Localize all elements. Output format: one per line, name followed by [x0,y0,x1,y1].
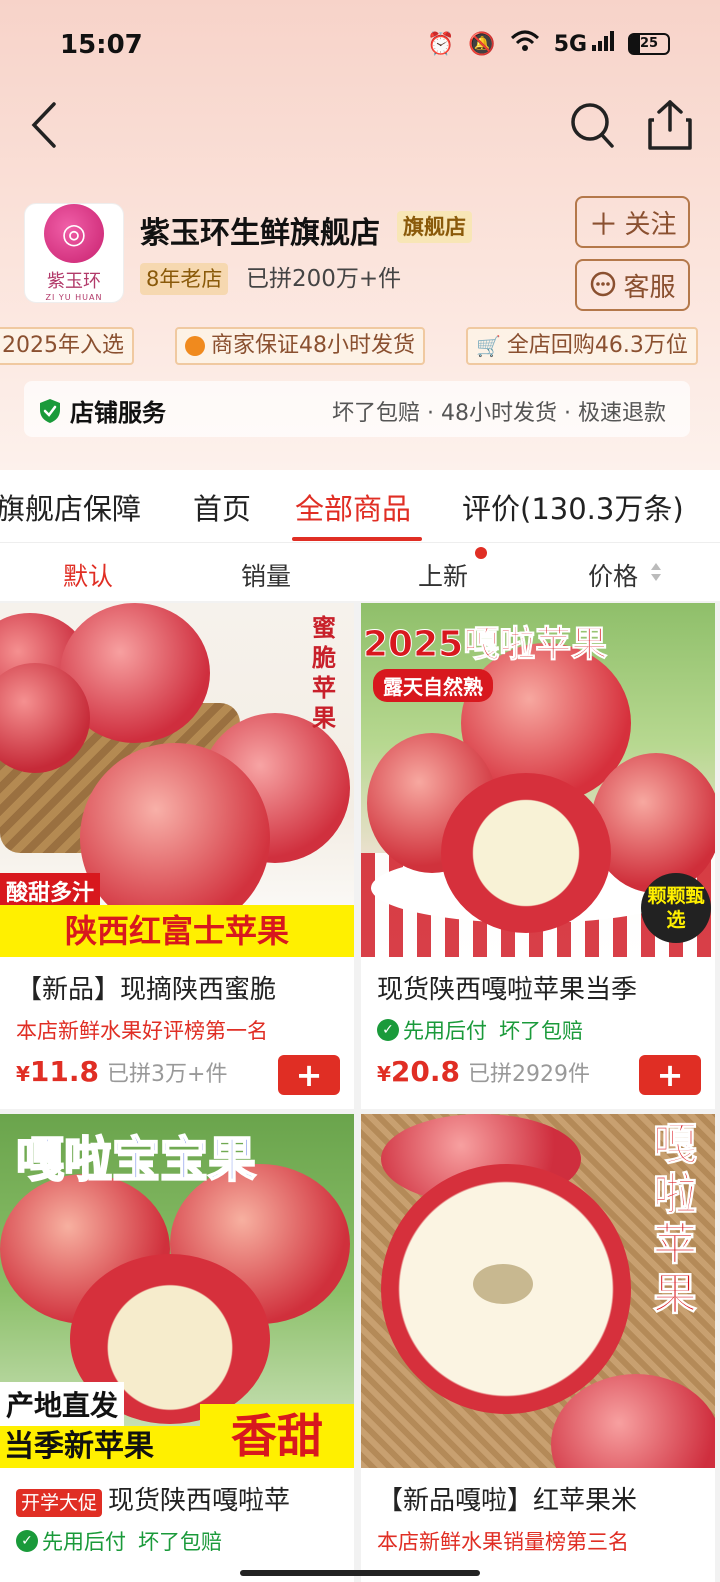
product-title[interactable]: 开学大促 现货陕西嘎啦苹 [16,1480,290,1517]
clock-icon [185,336,205,356]
product-price: ¥20.8 [377,1055,461,1088]
image-vertical-text: 嘎啦苹果 [653,1119,698,1320]
active-tab-indicator [292,537,422,541]
store-service-bar[interactable]: 店铺服务 坏了包赔 · 48小时发货 · 极速退款 [24,381,690,437]
image-headline: 嘎啦宝宝果 [15,1131,257,1189]
share-button[interactable] [646,98,694,152]
customer-service-button[interactable]: 客服 [575,259,690,311]
product-card[interactable]: 2025嘎啦苹果 露天自然熟 颗颗甄选 现货陕西嘎啦苹果当季 ✓ 先用后付 坏了… [361,603,715,1109]
image-banner: 陕西红富士苹果 [0,905,354,957]
wifi-icon [510,30,540,58]
signal-icon: 5G [554,31,614,57]
shop-tags: 2025年入选 商家保证48小时发货 🛒 全店回购46.3万位 [0,327,720,367]
product-card[interactable]: 嘎啦苹果 【新品嘎啦】红苹果米 本店新鲜水果销量榜第三名 [361,1114,715,1582]
product-title[interactable]: 现货陕西嘎啦苹果当季 [377,969,637,1006]
image-subline: 露天自然熟 [373,669,493,702]
home-indicator [240,1570,480,1576]
shop-logo[interactable]: ◎ 紫玉环 ZI YU HUAN [24,203,124,303]
sort-sales[interactable]: 销量 [241,557,291,593]
product-subtitle: ✓ 先用后付 坏了包赔 [377,1015,583,1045]
store-service-title: 店铺服务 [38,393,166,428]
follow-label: 关注 [624,209,677,240]
pay-later-icon: ✓ [16,1530,38,1552]
mute-icon: 🔕 [468,31,496,57]
sort-new[interactable]: 上新 [418,557,468,593]
back-button[interactable] [24,100,74,150]
search-icon [571,103,614,148]
sort-arrows-icon[interactable] [650,561,662,583]
share-icon [648,100,692,150]
product-sold: 已拼2929件 [468,1062,591,1087]
product-image[interactable]: 嘎啦宝宝果 产地直发 当季新苹果 香甜 [0,1114,354,1468]
status-time: 15:07 [60,30,143,60]
tab-reviews[interactable]: 评价(130.3万条) [462,486,684,528]
sort-price[interactable]: 价格 [588,557,638,593]
add-to-cart-button[interactable]: + [639,1055,701,1095]
shop-name[interactable]: 紫玉环生鲜旗舰店 [140,208,380,252]
price-row: ¥11.8 已拼3万+件 [16,1055,227,1088]
product-card[interactable]: 蜜脆苹果 酸甜多汁 陕西红富士苹果 【新品】现摘陕西蜜脆 本店新鲜水果好评榜第一… [0,603,354,1109]
service-label: 客服 [623,272,676,303]
chat-icon [591,271,616,297]
product-subtitle: ✓ 先用后付 坏了包赔 [16,1526,222,1556]
sort-default[interactable]: 默认 [63,557,113,593]
image-headline: 2025嘎啦苹果 [362,624,608,666]
tag-selected-2025[interactable]: 2025年入选 [0,327,134,365]
image-banner-right: 香甜 [200,1404,354,1468]
image-corner-badge: 颗颗甄选 [641,873,711,943]
product-image[interactable]: 2025嘎啦苹果 露天自然熟 颗颗甄选 [361,603,715,957]
status-bar: 15:07 ⏰ 🔕 5G 25 [0,0,720,90]
plus-icon: ＋ [588,208,619,243]
image-banner-left: 当季新苹果 [0,1426,200,1468]
tab-home[interactable]: 首页 [193,486,251,528]
product-subtitle: 本店新鲜水果销量榜第三名 [377,1530,629,1554]
status-icons: ⏰ 🔕 5G 25 [427,30,670,58]
pay-later-icon: ✓ [377,1019,399,1041]
sort-bar: 默认 销量 上新 价格 [0,543,720,601]
plus-icon: + [656,1056,684,1094]
product-image[interactable]: 嘎啦苹果 [361,1114,715,1468]
promo-tag: 开学大促 [16,1489,103,1517]
shop-sales: 已拼200万+件 [246,266,402,292]
plus-icon: + [295,1056,323,1094]
product-title[interactable]: 【新品】现摘陕西蜜脆 [16,969,276,1006]
alarm-icon: ⏰ [426,31,455,57]
new-indicator-dot [475,547,487,559]
cart-icon: 🛒 [476,334,501,358]
product-image[interactable]: 蜜脆苹果 酸甜多汁 陕西红富士苹果 [0,603,354,957]
search-button[interactable] [568,100,616,150]
tag-shipping-guarantee[interactable]: 商家保证48小时发货 [175,327,425,365]
battery-icon: 25 [628,33,670,55]
product-title[interactable]: 【新品嘎啦】红苹果米 [377,1480,637,1517]
logo-subtext: ZI YU HUAN [45,293,103,302]
add-to-cart-button[interactable]: + [278,1055,340,1095]
logo-text: 紫玉环 [47,271,101,292]
product-price: ¥11.8 [16,1055,100,1088]
price-row: ¥20.8 已拼2929件 [377,1055,590,1088]
image-tag: 产地直发 [0,1382,125,1426]
chevron-left-icon [31,102,56,148]
tab-all-products[interactable]: 全部商品 [295,486,411,528]
follow-button[interactable]: ＋ 关注 [575,196,690,248]
flagship-badge: 旗舰店 [397,211,472,243]
tab-guarantee[interactable]: 旗舰店保障 [0,486,141,528]
image-vertical-text: 蜜脆苹果 [312,613,336,732]
shop-tabs: 旗舰店保障 首页 全部商品 评价(130.3万条) [0,470,720,542]
shop-age-badge: 8年老店 [140,263,229,295]
product-card[interactable]: 嘎啦宝宝果 产地直发 当季新苹果 香甜 开学大促 现货陕西嘎啦苹 ✓ 先用后付 坏… [0,1114,354,1582]
shield-check-icon [40,398,60,423]
tag-repurchase[interactable]: 🛒 全店回购46.3万位 [466,327,698,365]
product-subtitle: 本店新鲜水果好评榜第一名 [16,1019,268,1043]
product-sold: 已拼3万+件 [107,1062,228,1087]
image-tag: 酸甜多汁 [0,873,101,909]
logo-mark-icon: ◎ [44,204,104,263]
store-service-desc: 坏了包赔 · 48小时发货 · 极速退款 [332,401,666,426]
